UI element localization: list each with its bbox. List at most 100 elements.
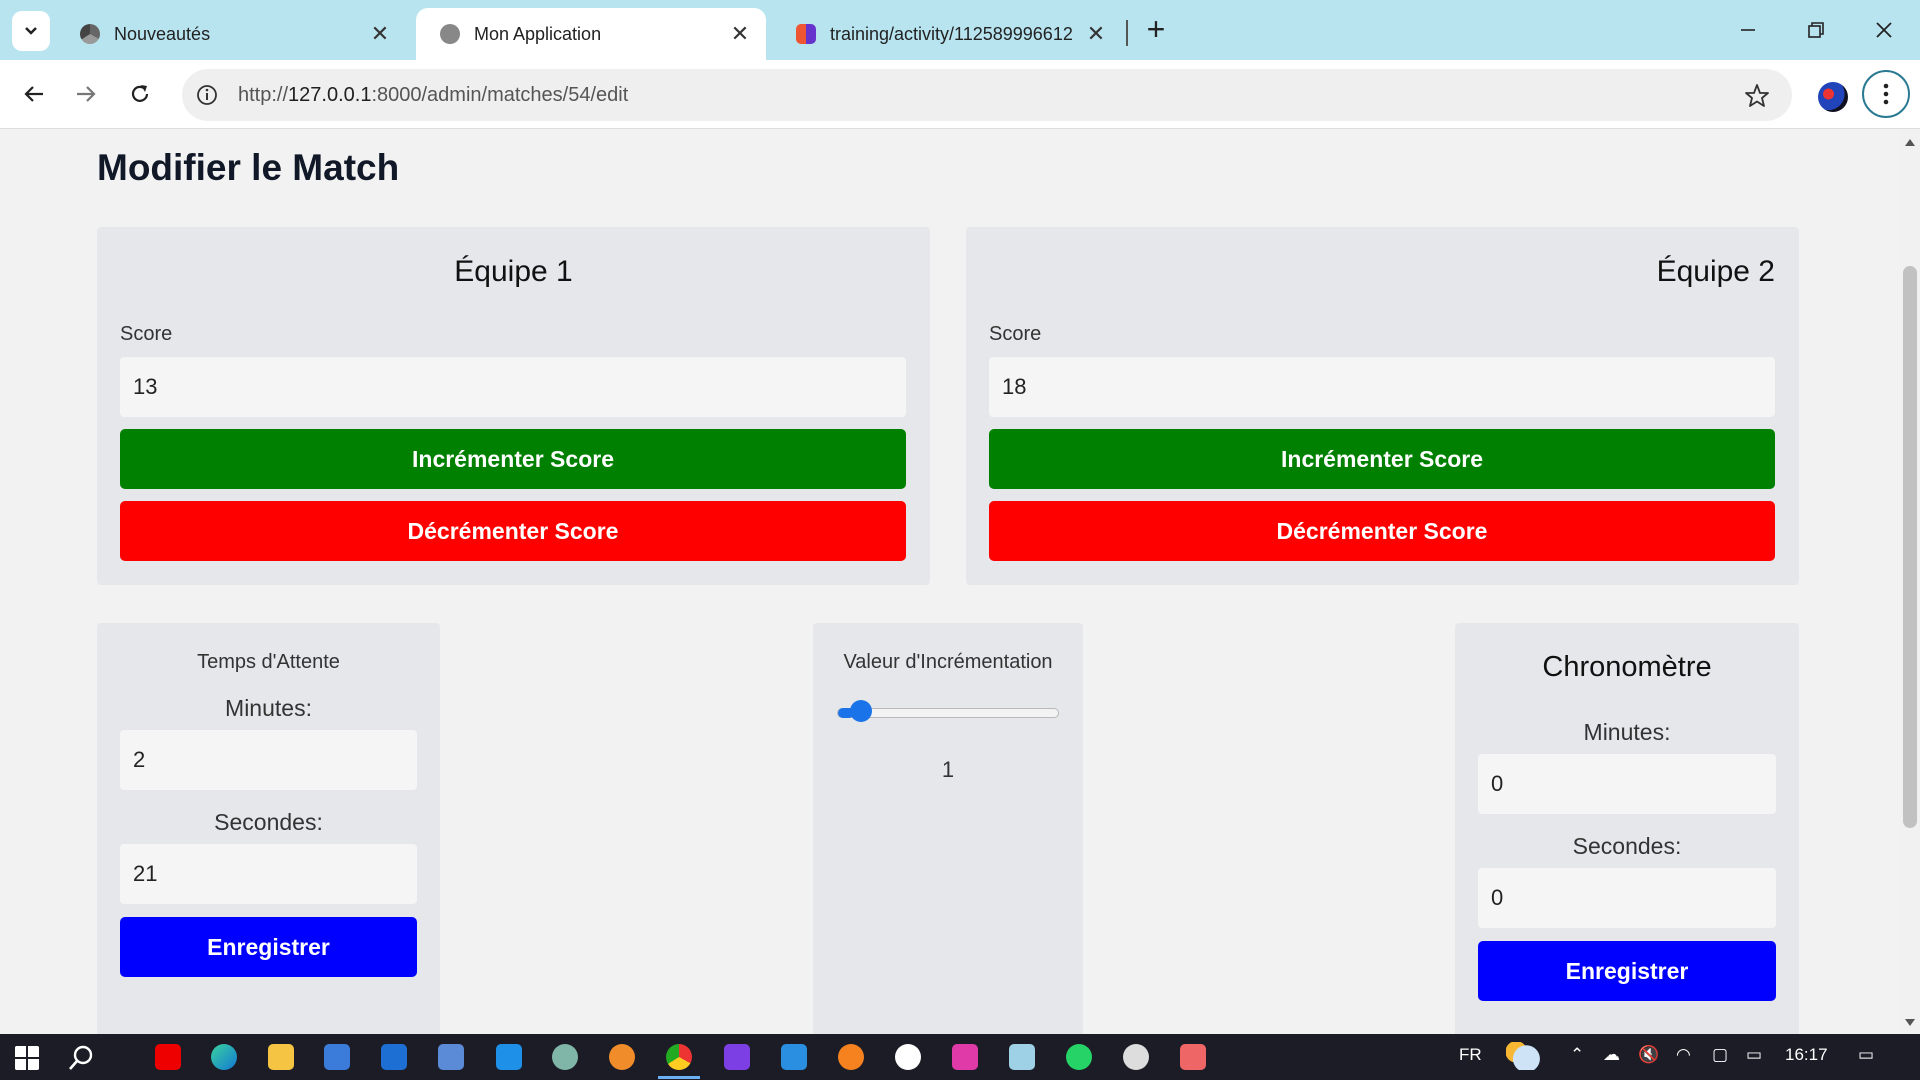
chrono-minutes-input[interactable]: 0 <box>1478 754 1776 814</box>
team2-card: Équipe 2 Score 18 Incrémenter Score Décr… <box>966 227 1799 585</box>
wait-time-title: Temps d'Attente <box>197 651 340 673</box>
tray-chevron-icon[interactable]: ⌃ <box>1570 1045 1584 1065</box>
wait-seconds-label: Secondes: <box>214 809 323 835</box>
page-content: Modifier le Match Équipe 1 Score 13 Incr… <box>0 129 1900 1034</box>
chrome-taskbar-icon[interactable] <box>666 1044 692 1070</box>
close-tab-icon[interactable]: ✕ <box>1082 20 1110 48</box>
tab-nouveautes[interactable]: Nouveautés ✕ <box>56 8 406 60</box>
restore-button[interactable] <box>1796 10 1836 50</box>
wifi-icon[interactable]: ◠ <box>1676 1045 1691 1065</box>
globe-icon <box>440 24 460 44</box>
wait-minutes-input[interactable]: 2 <box>120 730 417 790</box>
scroll-up-arrow-icon[interactable] <box>1905 139 1915 146</box>
cloud-sync-icon[interactable]: ☁ <box>1603 1045 1620 1065</box>
tab-strip: Nouveautés ✕ Mon Application ✕ training/… <box>0 0 1920 60</box>
reload-button[interactable] <box>120 74 160 114</box>
chevron-down-icon <box>25 27 37 35</box>
new-tab-button[interactable]: + <box>1138 12 1174 48</box>
git-icon[interactable] <box>1180 1044 1206 1070</box>
team1-decrement-button[interactable]: Décrémenter Score <box>120 501 906 561</box>
team2-increment-button[interactable]: Incrémenter Score <box>989 429 1775 489</box>
active-app-indicator <box>658 1076 700 1079</box>
bookmark-star-icon[interactable] <box>1744 83 1770 109</box>
tab-title: Mon Application <box>474 23 602 44</box>
back-button[interactable] <box>14 74 54 114</box>
windows-start-icon[interactable] <box>14 1045 40 1071</box>
weather-icon[interactable] <box>1506 1042 1540 1070</box>
store-icon[interactable] <box>324 1044 350 1070</box>
settings-gear-icon[interactable] <box>1123 1044 1149 1070</box>
browser-menu-button[interactable] <box>1862 70 1910 118</box>
wait-time-card: Temps d'Attente Minutes: 2 Secondes: 21 … <box>97 623 440 1034</box>
file-explorer-icon[interactable] <box>268 1044 294 1070</box>
team1-score-input[interactable]: 13 <box>120 357 906 417</box>
whatsapp-icon[interactable] <box>1066 1044 1092 1070</box>
tab-search-button[interactable] <box>12 11 50 51</box>
volume-muted-icon[interactable]: 🔇 <box>1638 1045 1659 1065</box>
close-icon <box>1876 22 1892 38</box>
tab-title: training/activity/112589996612 <box>830 23 1073 44</box>
wait-minutes-label: Minutes: <box>225 695 312 721</box>
search-icon[interactable] <box>68 1045 94 1071</box>
chrono-minutes-label: Minutes: <box>1583 719 1671 745</box>
openai-icon[interactable] <box>895 1044 921 1070</box>
increment-card: Valeur d'Incrémentation 1 <box>813 623 1083 1034</box>
chrono-save-button[interactable]: Enregistrer <box>1478 941 1776 1001</box>
page-title: Modifier le Match <box>97 147 400 188</box>
address-bar[interactable]: http://127.0.0.1:8000/admin/matches/54/e… <box>182 69 1792 121</box>
app2-icon[interactable] <box>952 1044 978 1070</box>
app3-icon[interactable] <box>1009 1044 1035 1070</box>
kebab-menu-icon <box>1883 83 1889 105</box>
restore-icon <box>1808 22 1824 38</box>
brave-icon[interactable] <box>609 1044 635 1070</box>
xampp-icon[interactable] <box>838 1044 864 1070</box>
tab-training-activity[interactable]: training/activity/112589996612 ✕ <box>772 8 1122 60</box>
clock[interactable]: 16:17 <box>1785 1045 1828 1065</box>
team1-increment-button[interactable]: Incrémenter Score <box>120 429 906 489</box>
browser-toolbar: http://127.0.0.1:8000/admin/matches/54/e… <box>0 60 1920 129</box>
scroll-thumb[interactable] <box>1903 266 1917 828</box>
vscode-icon[interactable] <box>781 1044 807 1070</box>
team2-score-label: Score <box>989 323 1042 345</box>
close-tab-icon[interactable]: ✕ <box>366 20 394 48</box>
minimize-button[interactable] <box>1728 10 1768 50</box>
site-info-icon[interactable] <box>194 82 220 108</box>
app-icon[interactable] <box>496 1044 522 1070</box>
chrono-seconds-input[interactable]: 0 <box>1478 868 1776 928</box>
notification-center-icon[interactable]: ▭ <box>1858 1045 1874 1065</box>
tab-separator <box>1126 20 1128 46</box>
arrow-right-icon <box>77 86 96 102</box>
team2-score-input[interactable]: 18 <box>989 357 1775 417</box>
edge-icon[interactable] <box>211 1044 237 1070</box>
minimize-icon <box>1741 29 1755 31</box>
team2-decrement-button[interactable]: Décrémenter Score <box>989 501 1775 561</box>
wait-save-button[interactable]: Enregistrer <box>120 917 417 977</box>
close-window-button[interactable] <box>1864 10 1904 50</box>
forward-button[interactable] <box>66 74 106 114</box>
scroll-down-arrow-icon[interactable] <box>1905 1019 1915 1026</box>
youtube-icon[interactable] <box>155 1044 181 1070</box>
reload-icon <box>131 85 149 102</box>
wait-seconds-input[interactable]: 21 <box>120 844 417 904</box>
battery-icon[interactable]: ▭ <box>1746 1045 1762 1065</box>
tab-mon-application[interactable]: Mon Application ✕ <box>416 8 766 60</box>
mail-icon[interactable] <box>381 1044 407 1070</box>
close-tab-icon[interactable]: ✕ <box>726 20 754 48</box>
remote-desktop-icon[interactable] <box>438 1044 464 1070</box>
team1-score-label: Score <box>120 323 173 345</box>
url-text: http://127.0.0.1:8000/admin/matches/54/e… <box>238 83 629 106</box>
chrono-title: Chronomètre <box>1542 651 1712 683</box>
slider-thumb[interactable] <box>849 700 872 722</box>
chatgpt-icon[interactable] <box>552 1044 578 1070</box>
profile-avatar[interactable] <box>1818 82 1848 112</box>
team1-title: Équipe 1 <box>454 255 573 288</box>
device-icon[interactable]: ▢ <box>1712 1045 1728 1065</box>
chrono-seconds-label: Secondes: <box>1572 833 1682 859</box>
increment-title: Valeur d'Incrémentation <box>843 651 1053 673</box>
meet-icon <box>796 24 816 44</box>
tab-title: Nouveautés <box>114 23 211 44</box>
language-indicator[interactable]: FR <box>1459 1045 1482 1065</box>
chrome-icon <box>80 24 100 44</box>
bootstrap-icon[interactable] <box>724 1044 750 1070</box>
increment-value: 1 <box>941 757 955 782</box>
